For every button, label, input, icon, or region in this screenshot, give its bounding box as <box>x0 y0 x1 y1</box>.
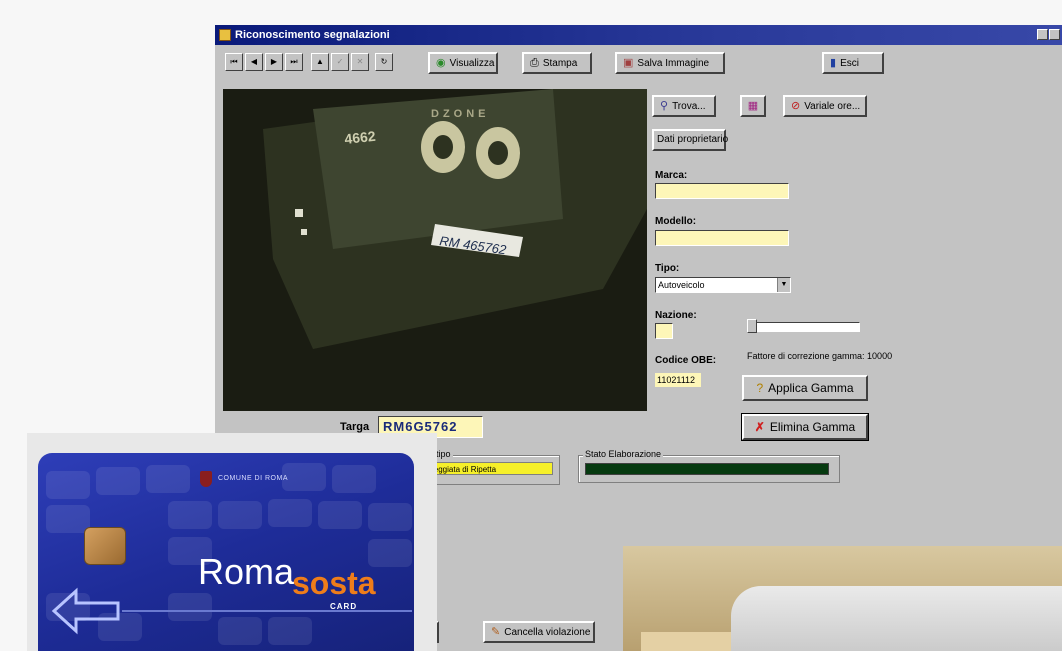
elimina-gamma-button[interactable]: ✗ Elimina Gamma <box>741 413 869 441</box>
chevron-down-icon: ▼ <box>777 278 790 292</box>
up-button[interactable]: ▲ <box>311 53 329 71</box>
stampa-button[interactable]: ⎙ Stampa <box>522 52 592 74</box>
red-x-icon: ✗ <box>754 420 765 434</box>
tipo-select[interactable]: Autoveicolo ▼ <box>655 277 791 293</box>
brand-roma: Roma <box>198 551 295 592</box>
tipo-label: Tipo: <box>655 263 680 274</box>
nazione-field[interactable] <box>655 323 673 339</box>
question-icon: ? <box>756 381 764 395</box>
dati-proprietario-button[interactable]: Dati proprietario <box>652 129 728 151</box>
trova-button[interactable]: ⚲ Trova... <box>652 95 716 117</box>
parking-meter-picture: 4662 DZONE RM 465762 <box>223 89 647 411</box>
card-stripe <box>122 610 412 612</box>
chip-icon <box>84 527 126 565</box>
exit-door-icon: ▮ <box>830 57 837 69</box>
stato-elaborazione-label: Stato Elaborazione <box>583 449 664 459</box>
arrow-left-icon <box>51 587 120 635</box>
variale-ore-button[interactable]: ⊘ Variale ore... <box>783 95 867 117</box>
modello-field[interactable] <box>655 230 789 246</box>
last-record-button[interactable]: ⏭ <box>285 53 303 71</box>
color-icon-button[interactable]: ▦ <box>740 95 766 117</box>
palette-icon: ▦ <box>747 100 759 112</box>
tipo-value: Autoveicolo <box>658 280 705 290</box>
app-icon <box>219 29 231 41</box>
card-issuer: COMUNE DI ROMA <box>218 475 288 482</box>
minimize-button[interactable] <box>1037 29 1048 40</box>
rome-crest-icon <box>200 471 212 487</box>
first-record-button[interactable]: ⏮ <box>225 53 243 71</box>
codice-obe-label: Codice OBE: <box>655 355 717 366</box>
modello-label: Modello: <box>655 216 697 227</box>
close-button[interactable] <box>1049 29 1060 40</box>
brand-card: CARD <box>330 602 358 611</box>
gamma-slider-thumb[interactable] <box>747 319 757 333</box>
codice-obe-value: 11021112 <box>655 373 701 387</box>
eraser-icon: ✎ <box>491 626 501 638</box>
gamma-slider[interactable] <box>747 319 860 333</box>
cancel-button[interactable]: ✕ <box>351 53 369 71</box>
esci-button[interactable]: ▮ Esci <box>822 52 884 74</box>
refresh-button[interactable]: ↻ <box>375 53 393 71</box>
device-photo <box>623 546 1062 651</box>
meter-label: DZONE <box>431 108 490 120</box>
next-record-button[interactable]: ▶ <box>265 53 283 71</box>
applica-gamma-button[interactable]: ? Applica Gamma <box>742 375 868 401</box>
marca-label: Marca: <box>655 170 688 181</box>
device-body <box>731 586 1062 651</box>
view-icon: ◉ <box>436 57 446 69</box>
save-image-icon: ▣ <box>623 57 634 69</box>
nazione-label: Nazione: <box>655 310 697 321</box>
camera-image: 4662 DZONE RM 465762 <box>223 89 647 411</box>
no-entry-icon: ⊘ <box>791 100 801 112</box>
targa-label: Targa <box>340 421 370 433</box>
printer-icon: ⎙ <box>530 57 539 69</box>
stato-progress-bar <box>585 463 829 475</box>
meter-number: 4662 <box>344 128 377 147</box>
brand-sosta: sosta <box>292 565 376 601</box>
cancella-violazione-button[interactable]: ✎ Cancella violazione <box>483 621 595 643</box>
salva-immagine-button[interactable]: ▣ Salva Immagine <box>615 52 725 74</box>
confirm-button[interactable]: ✓ <box>331 53 349 71</box>
title-bar: Riconoscimento segnalazioni <box>215 25 1062 45</box>
roma-sosta-card: COMUNE DI ROMA Roma sosta CARD <box>38 453 414 651</box>
window-title: Riconoscimento segnalazioni <box>235 29 390 41</box>
marca-field[interactable] <box>655 183 789 199</box>
gamma-factor-text: Fattore di correzione gamma: 10000 <box>747 351 893 361</box>
visualizza-button[interactable]: ◉ Visualizza <box>428 52 498 74</box>
binoculars-icon: ⚲ <box>660 100 669 112</box>
prev-record-button[interactable]: ◀ <box>245 53 263 71</box>
